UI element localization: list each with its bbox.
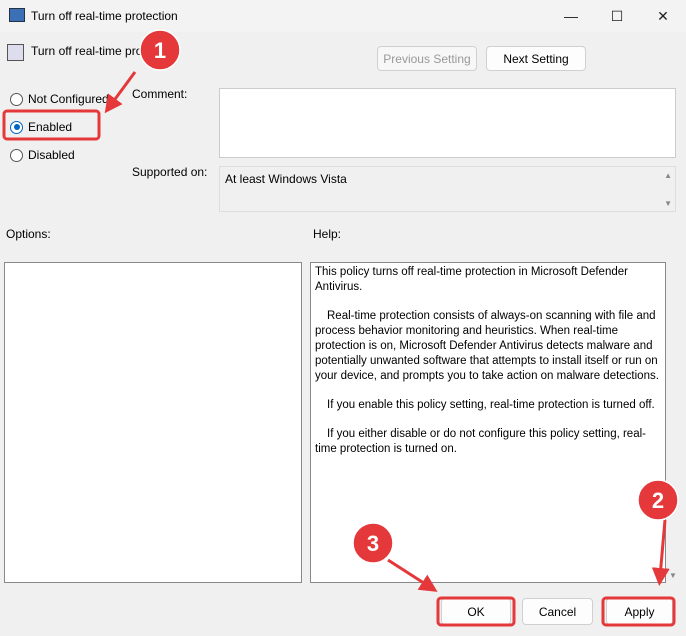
step-number: 3 bbox=[367, 531, 379, 556]
arrow-1 bbox=[104, 71, 137, 114]
highlight-ok bbox=[436, 596, 516, 627]
annotation-overlay: 1 2 3 bbox=[2, 29, 679, 627]
step-number: 1 bbox=[154, 38, 166, 63]
arrow-2 bbox=[651, 519, 670, 586]
highlight-apply bbox=[601, 596, 676, 627]
step-number: 2 bbox=[652, 488, 664, 513]
arrow-3 bbox=[387, 558, 438, 592]
highlight-enabled bbox=[2, 109, 101, 141]
